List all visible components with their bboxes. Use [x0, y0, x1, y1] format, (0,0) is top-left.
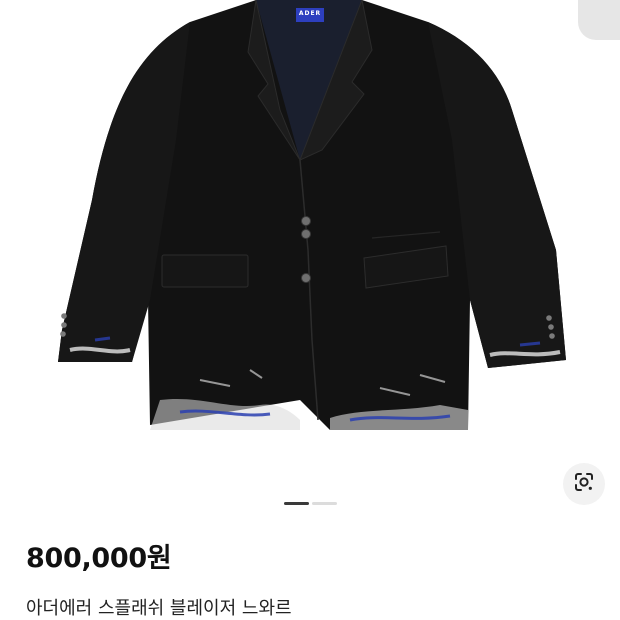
- pager-indicator-1[interactable]: [283, 502, 309, 505]
- brand-tag-label: ADER: [298, 10, 322, 17]
- corner-overlay: [578, 0, 620, 40]
- product-image[interactable]: ADER: [0, 0, 620, 470]
- product-page: ADER 800,000원 아더에러 스플래쉬 블레이저 느와르: [0, 0, 620, 620]
- gallery-pager: [0, 502, 620, 506]
- google-lens-button[interactable]: [563, 463, 605, 505]
- pager-indicator-2[interactable]: [311, 502, 337, 505]
- product-price: 800,000원: [26, 543, 172, 574]
- blazer-illustration: [58, 0, 566, 430]
- google-lens-icon: [573, 471, 595, 497]
- product-title: 아더에러 스플래쉬 블레이저 느와르: [26, 598, 292, 619]
